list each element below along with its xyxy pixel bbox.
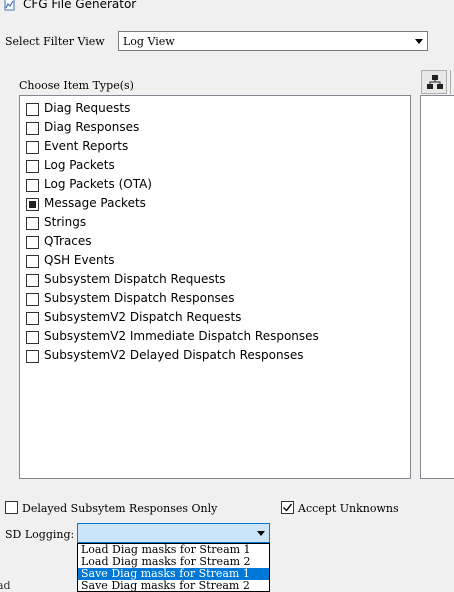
check-icon xyxy=(283,503,293,512)
item-checkbox[interactable] xyxy=(26,312,39,325)
item-label: SubsystemV2 Immediate Dispatch Responses xyxy=(44,329,319,343)
item-checkbox[interactable] xyxy=(26,160,39,173)
item-label: Strings xyxy=(44,215,87,229)
item-checkbox[interactable] xyxy=(26,141,39,154)
item-checkbox[interactable] xyxy=(26,198,39,211)
sd-logging-select[interactable] xyxy=(77,523,270,543)
delayed-responses-box[interactable] xyxy=(5,501,18,514)
filter-view-label: Select Filter View xyxy=(5,35,105,48)
dropdown-option[interactable]: Save Diag masks for Stream 2 xyxy=(78,580,269,592)
chevron-down-icon xyxy=(257,531,265,536)
sd-logging-label: SD Logging: xyxy=(5,528,75,541)
item-checkbox[interactable] xyxy=(26,331,39,344)
item-checkbox[interactable] xyxy=(26,236,39,249)
item-label: SubsystemV2 Dispatch Requests xyxy=(44,310,242,324)
delayed-responses-label: Delayed Subsytem Responses Only xyxy=(22,502,218,515)
item-label: Subsystem Dispatch Requests xyxy=(44,272,226,286)
item-type-list[interactable]: Diag Requests Diag Responses Event Reports… xyxy=(19,95,411,479)
sd-logging-dropdown[interactable]: Load Diag masks for Stream 1 Load Diag ma… xyxy=(77,543,270,592)
item-label: Log Packets (OTA) xyxy=(44,177,152,191)
right-panel[interactable] xyxy=(420,95,454,479)
item-label: Message Packets xyxy=(44,196,146,210)
item-checkbox[interactable] xyxy=(26,255,39,268)
item-label: Diag Responses xyxy=(44,120,140,134)
item-label: Event Reports xyxy=(44,139,129,153)
right-toolbar-edge xyxy=(450,70,454,94)
title-bar: CFG File Generator xyxy=(0,0,454,14)
filter-view-value: Log View xyxy=(123,35,175,48)
background-window-fragment: ad xyxy=(0,581,11,592)
tree-view-button[interactable] xyxy=(421,70,447,94)
app-chart-icon xyxy=(4,0,16,11)
item-label: Subsystem Dispatch Responses xyxy=(44,291,235,305)
accept-unknowns-box[interactable] xyxy=(281,501,294,514)
item-label: Diag Requests xyxy=(44,101,131,115)
item-checkbox[interactable] xyxy=(26,350,39,363)
chevron-down-icon xyxy=(415,39,423,44)
item-label: QTraces xyxy=(44,234,92,248)
item-checkbox[interactable] xyxy=(26,122,39,135)
item-checkbox[interactable] xyxy=(26,103,39,116)
item-checkbox[interactable] xyxy=(26,179,39,192)
accept-unknowns-label: Accept Unknowns xyxy=(298,502,399,515)
item-checkbox[interactable] xyxy=(26,274,39,287)
item-checkbox[interactable] xyxy=(26,217,39,230)
item-type-label: Choose Item Type(s) xyxy=(19,79,134,92)
item-label: SubsystemV2 Delayed Dispatch Responses xyxy=(44,348,304,362)
window-title: CFG File Generator xyxy=(23,0,137,11)
filter-view-select[interactable]: Log View xyxy=(118,31,428,51)
item-label: Log Packets xyxy=(44,158,115,172)
item-label: QSH Events xyxy=(44,253,115,267)
item-checkbox[interactable] xyxy=(26,293,39,306)
